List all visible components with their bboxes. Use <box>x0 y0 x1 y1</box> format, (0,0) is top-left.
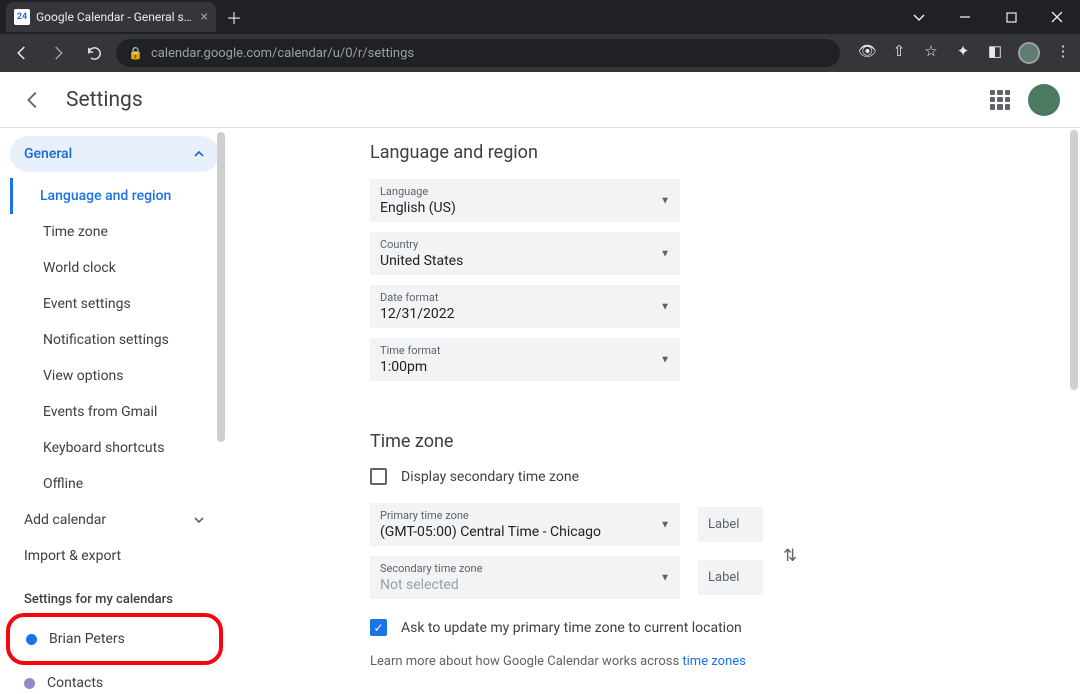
sidebar-item-offline[interactable]: Offline <box>13 466 219 502</box>
window-controls <box>896 0 1080 34</box>
extensions-icon[interactable]: ✦ <box>954 42 972 64</box>
sidebar-section-general[interactable]: General <box>10 136 219 172</box>
country-select[interactable]: Country United States ▼ <box>370 232 680 275</box>
account-avatar[interactable] <box>1028 84 1060 116</box>
secondary-timezone-select[interactable]: Secondary time zone Not selected ▼ <box>370 556 680 599</box>
dropdown-arrow-icon: ▼ <box>660 301 670 312</box>
chevron-down-icon <box>193 514 205 526</box>
nav-back-button[interactable] <box>8 39 36 67</box>
sidebar-item-event-settings[interactable]: Event settings <box>13 286 219 322</box>
timezone-learn-more: Learn more about how Google Calendar wor… <box>370 654 1060 669</box>
tab-title: Google Calendar - General settin <box>36 10 195 24</box>
calendar-favicon-icon: 24 <box>14 9 30 25</box>
sidebar-item-add-calendar[interactable]: Add calendar <box>10 502 219 538</box>
settings-main: Language and region Language English (US… <box>225 128 1080 694</box>
sidebar-item-time-zone[interactable]: Time zone <box>13 214 219 250</box>
date-format-select[interactable]: Date format 12/31/2022 ▼ <box>370 285 680 328</box>
chrome-menu-icon[interactable]: ⋮ <box>1054 42 1072 64</box>
dropdown-arrow-icon: ▼ <box>660 519 670 530</box>
dropdown-arrow-icon: ▼ <box>660 248 670 259</box>
url-text: calendar.google.com/calendar/u/0/r/setti… <box>151 46 414 61</box>
lock-icon: 🔒 <box>128 46 143 60</box>
sidebar-item-world-clock[interactable]: World clock <box>13 250 219 286</box>
sidebar-item-language-region[interactable]: Language and region <box>10 178 219 214</box>
minimize-button[interactable] <box>942 0 988 34</box>
browser-tab[interactable]: 24 Google Calendar - General settin × <box>6 2 216 32</box>
sidebar-item-events-from-gmail[interactable]: Events from Gmail <box>13 394 219 430</box>
sidebar-item-import-export[interactable]: Import & export <box>10 538 219 574</box>
chevron-up-icon <box>193 148 205 160</box>
section-title-time-zone: Time zone <box>370 431 1060 452</box>
primary-tz-label-input[interactable]: Label <box>698 507 763 542</box>
app-header: Settings <box>0 72 1080 128</box>
calendar-color-dot <box>24 678 35 689</box>
new-tab-button[interactable]: ＋ <box>226 5 242 29</box>
sidebar-calendar-brian-peters[interactable]: Brian Peters <box>12 621 217 657</box>
calendar-color-dot <box>26 634 37 645</box>
reload-button[interactable] <box>80 39 108 67</box>
side-panel-icon[interactable]: ◧ <box>986 42 1004 64</box>
annotation-highlight: Brian Peters <box>6 613 223 665</box>
tab-list-icon[interactable] <box>896 0 942 34</box>
close-tab-icon[interactable]: × <box>201 9 208 25</box>
address-bar[interactable]: 🔒 calendar.google.com/calendar/u/0/r/set… <box>116 39 840 67</box>
sidebar-section-my-calendars: Settings for my calendars <box>10 574 219 613</box>
display-secondary-tz-label: Display secondary time zone <box>401 469 579 485</box>
google-apps-icon[interactable] <box>990 90 1010 110</box>
bookmark-star-icon[interactable]: ☆ <box>922 42 940 64</box>
settings-back-button[interactable] <box>22 89 44 111</box>
sidebar-item-keyboard-shortcuts[interactable]: Keyboard shortcuts <box>13 430 219 466</box>
secondary-tz-label-input[interactable]: Label <box>698 560 763 595</box>
language-select[interactable]: Language English (US) ▼ <box>370 179 680 222</box>
share-icon[interactable]: ⇧ <box>890 42 908 64</box>
sidebar-calendar-contacts[interactable]: Contacts <box>10 665 219 694</box>
sidebar-item-notification-settings[interactable]: Notification settings <box>13 322 219 358</box>
browser-toolbar: 🔒 calendar.google.com/calendar/u/0/r/set… <box>0 34 1080 72</box>
ask-update-tz-label: Ask to update my primary time zone to cu… <box>401 620 742 636</box>
display-secondary-tz-checkbox[interactable] <box>370 468 387 485</box>
dropdown-arrow-icon: ▼ <box>660 572 670 583</box>
swap-timezones-icon[interactable]: ⇅ <box>783 546 797 566</box>
time-format-select[interactable]: Time format 1:00pm ▼ <box>370 338 680 381</box>
dropdown-arrow-icon: ▼ <box>660 195 670 206</box>
browser-tab-strip: 24 Google Calendar - General settin × ＋ <box>0 0 1080 34</box>
profile-avatar-icon[interactable] <box>1018 42 1040 64</box>
close-window-button[interactable] <box>1034 0 1080 34</box>
page-title: Settings <box>66 88 143 112</box>
section-title-language-region: Language and region <box>370 142 1060 163</box>
main-scrollbar[interactable] <box>1070 130 1078 390</box>
time-zones-link[interactable]: time zones <box>682 654 745 669</box>
ask-update-tz-checkbox[interactable]: ✓ <box>370 619 387 636</box>
eye-icon[interactable]: 👁 <box>858 42 876 64</box>
sidebar-item-view-options[interactable]: View options <box>13 358 219 394</box>
primary-timezone-select[interactable]: Primary time zone (GMT-05:00) Central Ti… <box>370 503 680 546</box>
sidebar-scrollbar[interactable] <box>217 132 225 442</box>
maximize-button[interactable] <box>988 0 1034 34</box>
settings-sidebar: General Language and region Time zone Wo… <box>0 128 225 694</box>
dropdown-arrow-icon: ▼ <box>660 354 670 365</box>
nav-forward-button[interactable] <box>44 39 72 67</box>
